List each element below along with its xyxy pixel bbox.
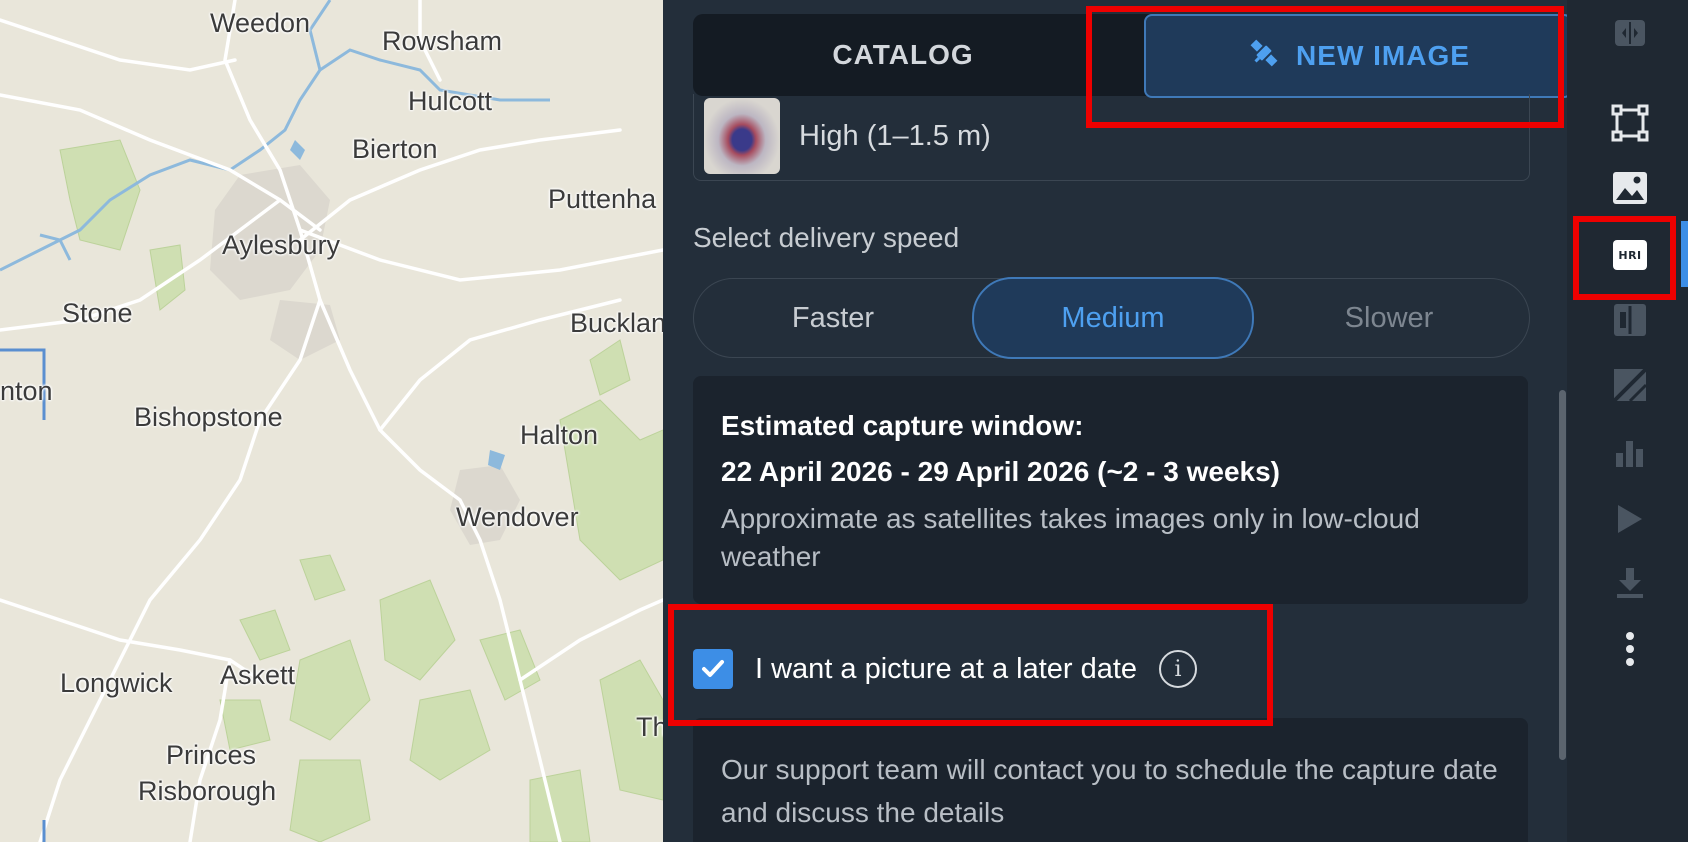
hri-badge-label: HRI [1613, 240, 1647, 270]
layers-icon[interactable] [1605, 360, 1655, 410]
speed-option-faster[interactable]: Faster [694, 279, 972, 357]
hri-icon[interactable]: HRI [1605, 230, 1655, 280]
active-tool-indicator [1681, 221, 1688, 287]
map-label-longwick: Longwick [60, 668, 173, 698]
right-toolbar: HRI [1567, 0, 1688, 842]
resolution-option[interactable]: High (1–1.5 m) [693, 94, 1530, 181]
map-label-hulcott: Hulcott [408, 86, 493, 116]
mode-tabs: CATALOG NEW IMAGE [693, 14, 1567, 98]
later-date-row: I want a picture at a later date i [693, 640, 1253, 698]
estimate-title: Estimated capture window: [721, 410, 1084, 441]
map-label-askett: Askett [220, 660, 296, 690]
map-label-stone: Stone [62, 298, 133, 328]
speed-option-slower[interactable]: Slower [1250, 279, 1528, 357]
map-label-aylesbury: Aylesbury [222, 230, 341, 260]
play-icon[interactable] [1605, 494, 1655, 544]
map-label-risborough: Risborough [138, 776, 277, 806]
checkmark-icon [702, 660, 724, 677]
map-label-halton: Halton [520, 420, 599, 450]
later-date-label: I want a picture at a later date [755, 652, 1138, 685]
tab-new-image[interactable]: NEW IMAGE [1144, 14, 1567, 98]
tab-new-image-label: NEW IMAGE [1296, 40, 1470, 71]
resolution-thumbnail [704, 98, 780, 174]
support-card: Our support team will contact you to sch… [693, 718, 1528, 842]
later-date-checkbox[interactable] [693, 649, 733, 689]
download-icon[interactable] [1605, 558, 1655, 608]
estimate-note: Approximate as satellites takes images o… [721, 503, 1420, 572]
map-label-bucklan: Bucklan [570, 308, 663, 338]
support-text: Our support team will contact you to sch… [721, 754, 1498, 828]
more-icon[interactable] [1605, 624, 1655, 674]
order-panel: CATALOG NEW IMAGE High (1–1.5 m) Select … [663, 0, 1567, 842]
map-label-rowsham: Rowsham [382, 26, 503, 56]
map-label-th: Th [636, 712, 663, 742]
estimate-dates: 22 April 2026 - 29 April 2026 (~2 - 3 we… [721, 456, 1281, 487]
image-icon[interactable] [1605, 163, 1655, 213]
map-label-princes: Princes [166, 740, 257, 770]
split-view-icon[interactable] [1605, 8, 1655, 58]
satellite-icon [1246, 35, 1282, 78]
info-icon[interactable]: i [1159, 650, 1198, 688]
delivery-speed-heading: Select delivery speed [693, 222, 960, 253]
estimate-card: Estimated capture window: 22 April 2026 … [693, 376, 1528, 604]
map-label-bierton: Bierton [352, 134, 438, 164]
map-view[interactable]: Weedon Rowsham Hulcott Bierton Puttenha … [0, 0, 663, 842]
delivery-speed-selector: Faster Medium Slower [693, 277, 1530, 359]
map-label-bishopstone: Bishopstone [134, 402, 283, 432]
chart-icon[interactable] [1605, 428, 1655, 478]
compare-icon[interactable] [1605, 295, 1655, 345]
tab-catalog[interactable]: CATALOG [693, 14, 1113, 96]
map-label-puttenham: Puttenha [548, 184, 657, 214]
aoi-select-icon[interactable] [1605, 98, 1655, 148]
speed-option-medium[interactable]: Medium [972, 277, 1254, 359]
map-label-nton: nton [0, 376, 53, 406]
map-label-weedon: Weedon [210, 8, 311, 38]
panel-scrollbar[interactable] [1559, 390, 1566, 760]
map-label-wendover: Wendover [456, 502, 579, 532]
resolution-label: High (1–1.5 m) [799, 120, 991, 152]
